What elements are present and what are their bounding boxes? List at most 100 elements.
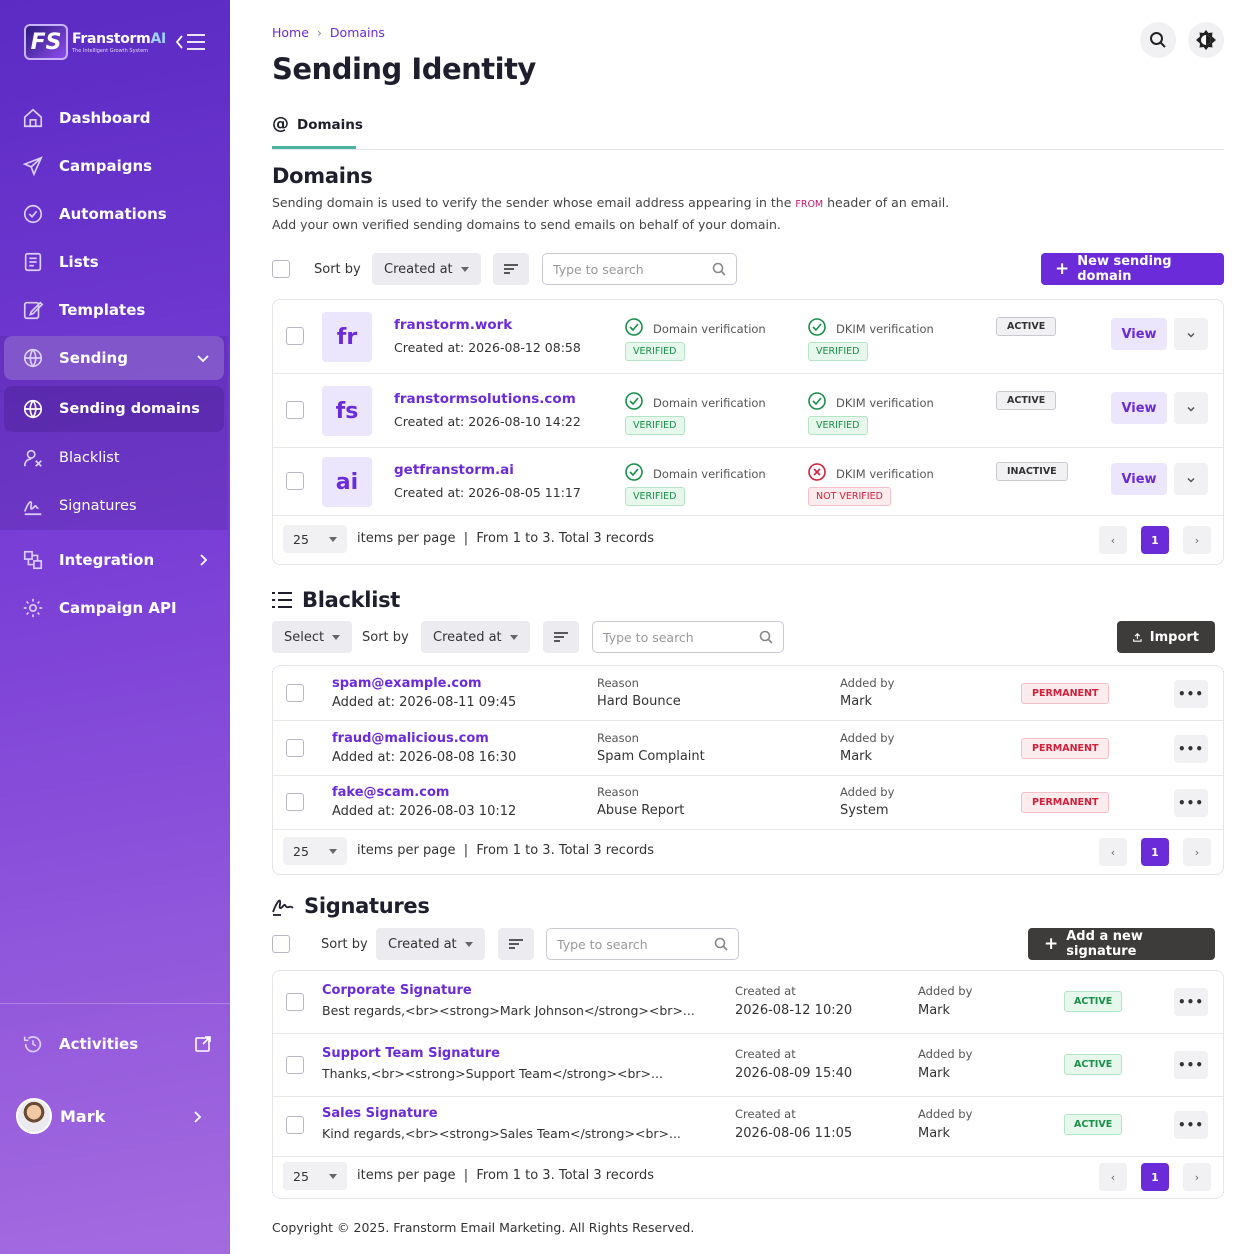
- domains-description: Sending domain is used to verify the sen…: [272, 195, 950, 232]
- sidebar-item-sending-domains[interactable]: Sending domains: [4, 386, 224, 432]
- blacklist-card: spam@example.com Added at: 2026-08-11 09:…: [272, 665, 1224, 875]
- row-actions-dropdown[interactable]: [1174, 392, 1208, 424]
- sidebar-item-integration[interactable]: Integration: [4, 538, 224, 582]
- signature-name-link[interactable]: Corporate Signature: [322, 983, 472, 998]
- reason-value: Spam Complaint: [597, 748, 705, 764]
- add-signature-button[interactable]: + Add a new signature: [1028, 928, 1215, 960]
- row-checkbox[interactable]: [286, 1056, 304, 1074]
- row-checkbox[interactable]: [286, 684, 304, 702]
- row-checkbox[interactable]: [286, 472, 304, 490]
- sidebar-item-activities[interactable]: Activities: [4, 1022, 224, 1066]
- sidebar-item-templates[interactable]: Templates: [4, 288, 224, 332]
- previous-page-button[interactable]: ‹: [1099, 526, 1127, 554]
- blacklist-email-link[interactable]: fraud@malicious.com: [332, 731, 489, 746]
- more-actions-button[interactable]: •••: [1174, 1051, 1208, 1079]
- more-actions-button[interactable]: •••: [1174, 789, 1208, 817]
- per-page-select[interactable]: 25: [283, 1162, 347, 1190]
- bulk-select-dropdown[interactable]: Select: [272, 621, 353, 653]
- row-checkbox[interactable]: [286, 738, 304, 757]
- previous-page-button[interactable]: ‹: [1099, 1163, 1127, 1191]
- signature-preview: Kind regards,<br><strong>Sales Team</str…: [322, 1126, 681, 1141]
- row-checkbox[interactable]: [286, 993, 304, 1011]
- user-profile[interactable]: Mark: [16, 1098, 105, 1134]
- sort-direction-button[interactable]: [498, 928, 534, 960]
- breadcrumb-current[interactable]: Domains: [330, 25, 385, 40]
- row-checkbox[interactable]: [286, 1116, 304, 1134]
- page-button-current[interactable]: 1: [1141, 1163, 1169, 1191]
- signature-name-link[interactable]: Support Team Signature: [322, 1046, 500, 1061]
- signature-icon: [23, 501, 42, 516]
- brand-logo[interactable]: FS FranstormAI The Intelligent Growth Sy…: [24, 24, 166, 60]
- logo-mark: FS: [24, 24, 68, 60]
- domain-verification-label: Domain verification: [653, 396, 766, 410]
- new-sending-domain-button[interactable]: + New sending domain: [1041, 253, 1224, 285]
- row-checkbox[interactable]: [286, 327, 304, 345]
- select-all-checkbox[interactable]: [272, 935, 290, 953]
- per-page-select[interactable]: 25: [283, 837, 347, 865]
- chevron-right-icon[interactable]: [190, 1110, 204, 1124]
- previous-page-button[interactable]: ‹: [1099, 838, 1127, 866]
- footer-copyright: Copyright © 2025. Franstorm Email Market…: [272, 1220, 695, 1235]
- view-button[interactable]: View: [1111, 318, 1167, 350]
- row-checkbox[interactable]: [286, 793, 304, 811]
- sidebar-item-blacklist[interactable]: Blacklist: [4, 436, 224, 480]
- domain-name-link[interactable]: franstormsolutions.com: [394, 391, 576, 407]
- domain-created-at: Created at: 2026-08-10 14:22: [394, 414, 581, 429]
- search-button[interactable]: [1140, 22, 1176, 58]
- next-page-button[interactable]: ›: [1183, 838, 1211, 866]
- signatures-search-input[interactable]: Type to search: [546, 928, 739, 960]
- row-checkbox[interactable]: [286, 401, 304, 419]
- sidebar-item-signatures[interactable]: Signatures: [4, 484, 224, 528]
- blacklist-search-input[interactable]: Type to search: [592, 621, 784, 653]
- sort-icon: [554, 632, 568, 642]
- sidebar-item-dashboard[interactable]: Dashboard: [4, 96, 224, 140]
- breadcrumb: Home › Domains: [272, 25, 385, 40]
- view-button[interactable]: View: [1111, 463, 1167, 495]
- more-actions-button[interactable]: •••: [1174, 680, 1208, 708]
- next-page-button[interactable]: ›: [1183, 526, 1211, 554]
- blacklist-email-link[interactable]: spam@example.com: [332, 676, 482, 691]
- theme-toggle-button[interactable]: [1188, 22, 1224, 58]
- sidebar-divider: [0, 1003, 230, 1004]
- tab-domains[interactable]: @ Domains: [272, 116, 375, 150]
- sidebar-item-lists[interactable]: Lists: [4, 240, 224, 284]
- page-button-current[interactable]: 1: [1141, 526, 1169, 554]
- more-actions-button[interactable]: •••: [1174, 1111, 1208, 1139]
- page-button-current[interactable]: 1: [1141, 838, 1169, 866]
- avatar: [16, 1098, 52, 1134]
- import-button[interactable]: Import: [1117, 621, 1215, 653]
- breadcrumb-home[interactable]: Home: [272, 25, 309, 40]
- sort-dropdown[interactable]: Created at: [376, 928, 485, 960]
- domains-search-input[interactable]: Type to search: [542, 253, 737, 285]
- row-actions-dropdown[interactable]: [1174, 463, 1208, 495]
- view-button[interactable]: View: [1111, 392, 1167, 424]
- user-block-icon: [23, 449, 42, 467]
- domain-name-link[interactable]: franstorm.work: [394, 317, 512, 333]
- row-actions-dropdown[interactable]: [1174, 318, 1208, 350]
- added-by-value: Mark: [918, 1066, 951, 1081]
- more-actions-button[interactable]: •••: [1174, 988, 1208, 1016]
- sidebar-item-automations[interactable]: Automations: [4, 192, 224, 236]
- reason-label: Reason: [597, 785, 639, 799]
- chevron-down-icon: [1186, 399, 1196, 418]
- more-actions-button[interactable]: •••: [1174, 734, 1208, 763]
- domain-name-link[interactable]: getfranstorm.ai: [394, 462, 514, 478]
- sort-direction-button[interactable]: [543, 621, 579, 653]
- select-all-checkbox[interactable]: [272, 260, 290, 278]
- sort-direction-button[interactable]: [493, 253, 529, 285]
- status-badge: ACTIVE: [1064, 1114, 1123, 1135]
- sidebar-item-campaigns[interactable]: Campaigns: [4, 144, 224, 188]
- brand-name: Franstorm: [72, 30, 151, 47]
- blacklist-email-link[interactable]: fake@scam.com: [332, 785, 449, 800]
- sort-dropdown[interactable]: Created at: [372, 253, 481, 285]
- next-page-button[interactable]: ›: [1183, 1163, 1211, 1191]
- menu-collapse-icon[interactable]: [176, 32, 206, 52]
- signature-name-link[interactable]: Sales Signature: [322, 1106, 438, 1121]
- status-badge: ACTIVE: [1064, 1054, 1123, 1075]
- active-tab-indicator: [272, 146, 356, 149]
- chevron-down-icon: [1186, 470, 1196, 489]
- per-page-select[interactable]: 25: [283, 525, 347, 553]
- sort-dropdown[interactable]: Created at: [421, 621, 530, 653]
- sidebar-item-sending[interactable]: Sending: [4, 336, 224, 380]
- sidebar-item-campaign-api[interactable]: Campaign API: [4, 586, 224, 630]
